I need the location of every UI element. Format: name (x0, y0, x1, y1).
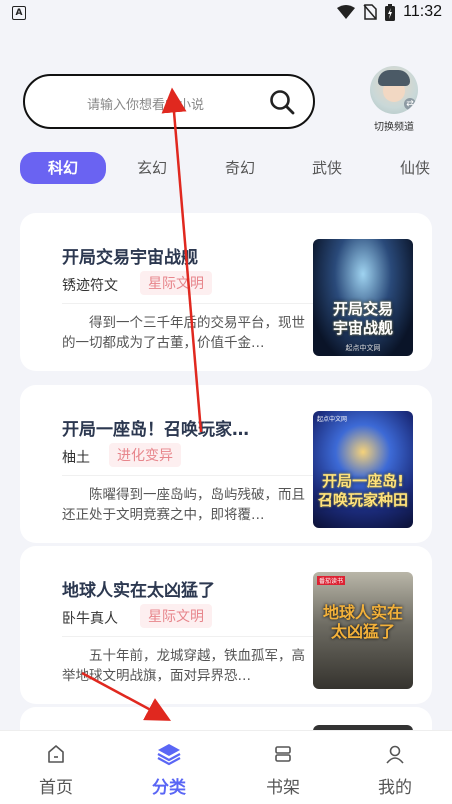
book-cover[interactable]: 番茄读书 地球人实在 太凶猛了 (313, 572, 413, 689)
nav-home-label: 首页 (39, 778, 73, 798)
nav-profile-label: 我的 (378, 778, 412, 798)
nav-category[interactable]: 分类 (134, 741, 204, 798)
tab-wuxia[interactable]: 武侠 (299, 152, 355, 184)
bottom-nav: 首页 分类 书架 我的 (0, 730, 452, 804)
book-card[interactable]: 地球人实在太凶猛了 卧牛真人 星际文明 五十年前，龙城穿越，铁血孤军，高举地球文… (20, 546, 432, 704)
book-cover[interactable]: 开局交易 宇宙战舰 起点中文网 (313, 239, 413, 356)
wifi-icon (337, 5, 356, 19)
book-title[interactable]: 开局一座岛！召唤玩家… (62, 415, 249, 440)
battery-icon (385, 3, 396, 21)
notification-icon: A (12, 6, 26, 20)
book-tag: 进化变异 (109, 443, 181, 467)
cover-publisher: 起点中文网 (345, 344, 381, 352)
search-icon[interactable] (269, 89, 295, 115)
search-placeholder: 请输入你想看的小说 (87, 98, 205, 113)
status-bar: A 11:32 (0, 0, 452, 26)
tab-scifi[interactable]: 科幻 (20, 152, 106, 184)
nav-category-label: 分类 (152, 778, 186, 798)
search-input[interactable]: 请输入你想看的小说 (23, 74, 315, 129)
nav-home[interactable]: 首页 (21, 741, 91, 798)
book-card[interactable]: 开局一座岛！召唤玩家… 柚土 进化变异 陈曜得到一座岛屿，岛屿残破，而且还正处于… (20, 385, 432, 543)
tab-xianxia[interactable]: 仙侠 (387, 152, 443, 184)
nav-bookshelf-label: 书架 (266, 778, 300, 798)
category-tabs: 科幻 玄幻 奇幻 武侠 仙侠 (0, 152, 452, 186)
book-author: 柚土 (62, 450, 90, 466)
switch-channel-button[interactable]: ⇄ 切换频道 (366, 66, 422, 133)
layers-icon (157, 744, 181, 766)
book-cover[interactable]: 开局一座岛! 召唤玩家种田 起点中文网 (313, 411, 413, 528)
book-tag: 星际文明 (140, 604, 212, 628)
book-card[interactable]: 开局交易宇宙战舰 锈迹符文 星际文明 得到一个三千年后的交易平台，现世的一切都成… (20, 213, 432, 371)
book-title[interactable]: 地球人实在太凶猛了 (62, 576, 215, 601)
cover-publisher: 番茄读书 (317, 576, 346, 585)
book-description: 得到一个三千年后的交易平台，现世的一切都成为了古董，价值千金… (62, 315, 305, 351)
cover-publisher: 起点中文网 (317, 416, 348, 423)
nav-profile[interactable]: 我的 (360, 741, 430, 798)
book-description: 五十年前，龙城穿越，铁血孤军，高举地球文明战旗，面对异界恐… (62, 648, 305, 684)
switch-channel-label: 切换频道 (374, 122, 414, 133)
book-author: 卧牛真人 (62, 611, 118, 627)
bookshelf-icon (275, 746, 291, 762)
clock: 11:32 (403, 3, 442, 20)
book-tag: 星际文明 (140, 271, 212, 295)
tab-fantasy[interactable]: 奇幻 (212, 152, 268, 184)
book-title[interactable]: 开局交易宇宙战舰 (62, 243, 198, 268)
home-icon (48, 745, 64, 763)
book-author: 锈迹符文 (62, 278, 118, 294)
no-sim-icon (363, 4, 377, 20)
tab-xuanhuan[interactable]: 玄幻 (124, 152, 180, 184)
swap-icon: ⇄ (404, 98, 416, 110)
nav-bookshelf[interactable]: 书架 (248, 741, 318, 798)
user-icon (386, 745, 404, 764)
book-description: 陈曜得到一座岛屿，岛屿残破，而且还正处于文明竞赛之中，即将覆… (62, 487, 305, 523)
avatar[interactable]: ⇄ (370, 66, 418, 114)
